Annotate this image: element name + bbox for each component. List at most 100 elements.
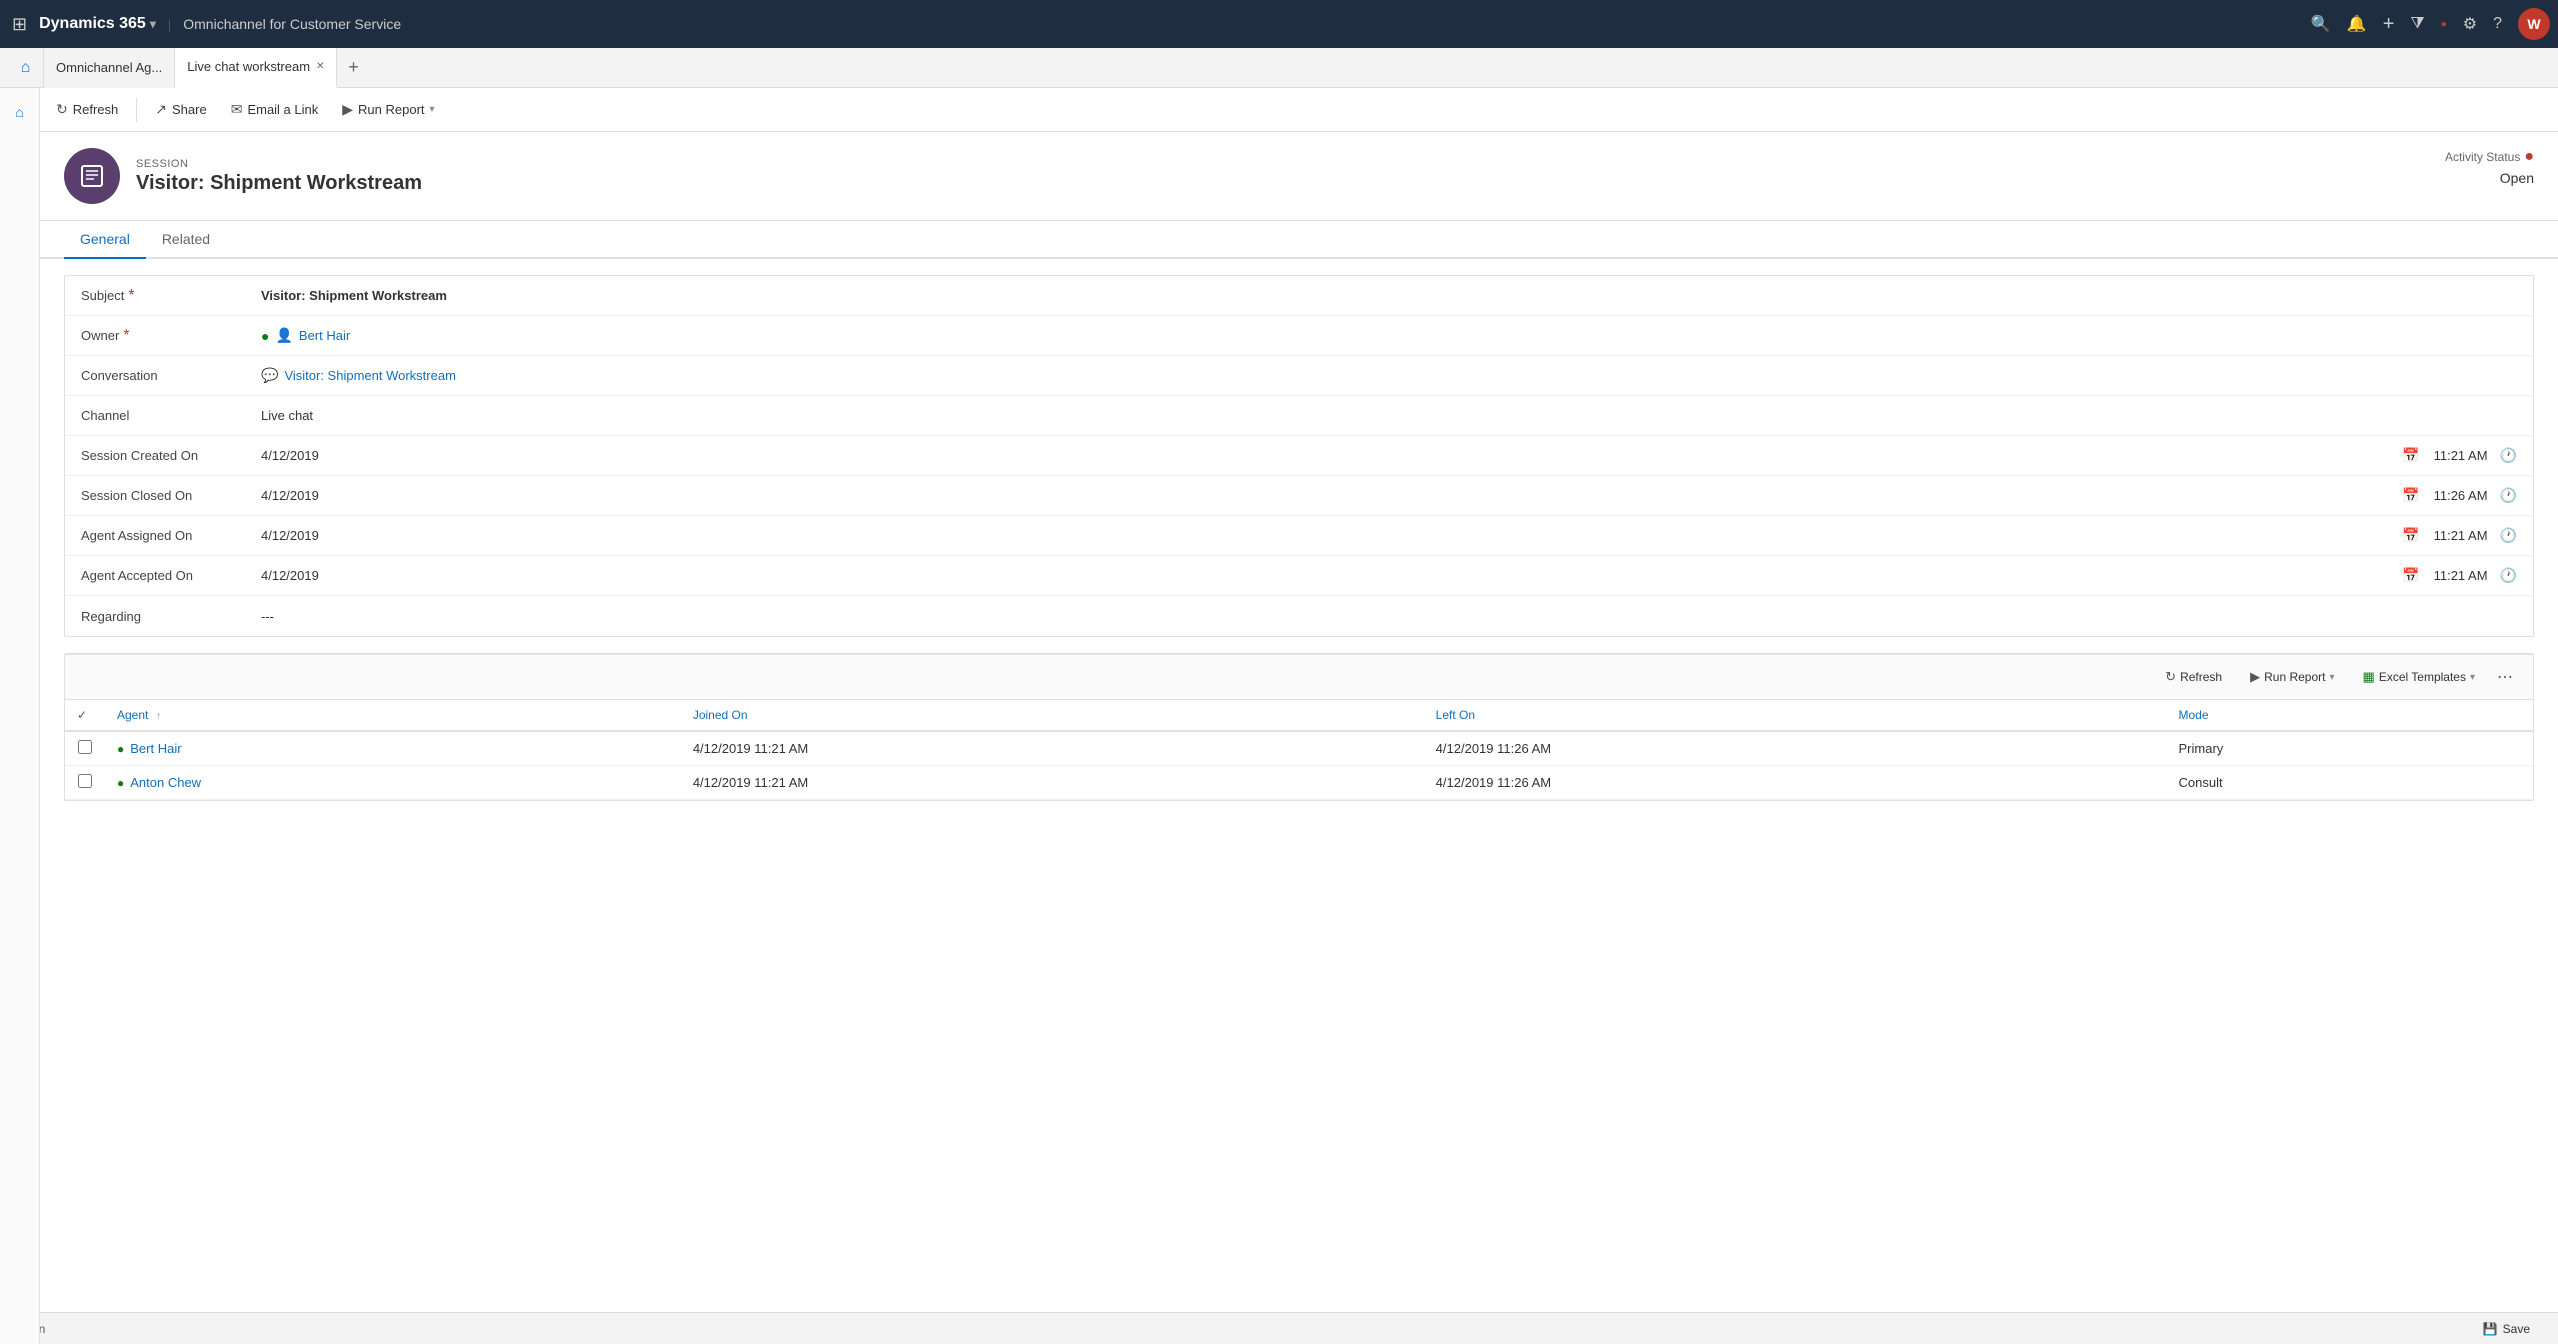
subgrid-run-report-label: Run Report [2264,670,2325,684]
table-row: ● Bert Hair 4/12/2019 11:21 AM 4/12/2019… [65,731,2533,766]
session-closed-row: Session Closed On 4/12/2019 📅 11:26 AM 🕐 [65,476,2533,516]
agent-assigned-label: Agent Assigned On [81,528,261,543]
subject-row: Subject * Visitor: Shipment Workstream [65,276,2533,316]
owner-link[interactable]: Bert Hair [299,328,350,343]
tab-close-livechat[interactable]: ✕ [316,61,324,72]
subgrid-refresh-button[interactable]: ↻ Refresh [2155,665,2232,689]
channel-label: Channel [81,408,261,423]
row1-left-cell: 4/12/2019 11:26 AM [1424,731,2167,766]
agent-accepted-clock-icon[interactable]: 🕐 [2500,567,2517,584]
owner-value: ● 👤 Bert Hair [261,327,2517,344]
col-mode[interactable]: Mode [2167,700,2533,732]
save-button[interactable]: 💾 Save [2471,1318,2542,1340]
bell-icon[interactable]: 🔔 [2347,14,2367,34]
subgrid-run-report-button[interactable]: ▶ Run Report ▾ [2240,665,2344,689]
session-created-clock-icon[interactable]: 🕐 [2500,447,2517,464]
share-icon: ↗ [155,101,167,118]
search-icon[interactable]: 🔍 [2311,14,2331,34]
record-icon [64,148,120,204]
session-created-cal-icon[interactable]: 📅 [2402,447,2419,464]
home-tab[interactable]: ⌂ [8,48,44,88]
row2-checkbox[interactable] [78,774,92,788]
row1-agent-link[interactable]: ● Bert Hair [117,741,669,756]
form-section: Subject * Visitor: Shipment Workstream O… [64,275,2534,637]
refresh-button[interactable]: ↻ Refresh [46,97,128,122]
run-report-label: Run Report [358,102,424,117]
table-row: ● Anton Chew 4/12/2019 11:21 AM 4/12/201… [65,766,2533,800]
channel-row: Channel Live chat [65,396,2533,436]
record-status-value[interactable]: Open [2445,170,2534,186]
status-required-dot: ● [2524,148,2534,166]
subgrid-run-report-chevron: ▾ [2329,672,2334,683]
row1-checkbox[interactable] [78,740,92,754]
tab-related[interactable]: Related [146,221,226,259]
filter-icon[interactable]: ⧩ [2410,15,2424,33]
share-button[interactable]: ↗ Share [145,97,216,122]
conversation-icon: 💬 [261,367,278,384]
plus-icon[interactable]: + [2383,13,2395,36]
owner-required: * [123,328,129,344]
agent-accepted-value: 4/12/2019 📅 11:21 AM 🕐 [261,567,2517,584]
tab-general[interactable]: General [64,221,146,259]
settings-icon[interactable]: ⚙ [2463,14,2477,34]
subject-value[interactable]: Visitor: Shipment Workstream [261,288,2517,303]
owner-row: Owner * ● 👤 Bert Hair [65,316,2533,356]
agent-assigned-clock-icon[interactable]: 🕐 [2500,527,2517,544]
regarding-label: Regarding [81,609,261,624]
refresh-label: Refresh [73,102,119,117]
subject-required: * [128,288,134,304]
record-status-area: Activity Status ● Open [2445,148,2534,186]
conversation-link[interactable]: Visitor: Shipment Workstream [284,368,455,383]
record-header: SESSION Visitor: Shipment Workstream Act… [40,132,2558,221]
top-navigation: ⊞ Dynamics 365 ▾ | Omnichannel for Custo… [0,0,2558,48]
owner-label: Owner * [81,328,261,344]
record-header-left: SESSION Visitor: Shipment Workstream [64,148,422,204]
col-check: ✓ [65,700,105,732]
row1-agent-status-dot: ● [117,742,124,756]
tab-omnichannel[interactable]: Omnichannel Ag... [44,48,175,88]
row2-mode-cell: Consult [2167,766,2533,800]
row1-agent-cell: ● Bert Hair [105,731,681,766]
col-joined-on[interactable]: Joined On [681,700,1424,732]
row2-agent-link[interactable]: ● Anton Chew [117,775,669,790]
row2-agent-cell: ● Anton Chew [105,766,681,800]
run-report-icon: ▶ [342,101,353,118]
app-grid-icon[interactable]: ⊞ [8,10,31,39]
tab-livechat[interactable]: Live chat workstream ✕ [175,48,337,88]
agent-assigned-cal-icon[interactable]: 📅 [2402,527,2419,544]
row1-joined-cell: 4/12/2019 11:21 AM [681,731,1424,766]
subgrid-excel-templates-button[interactable]: ▦ Excel Templates ▾ [2353,665,2485,689]
header-checkmark-icon: ✓ [77,708,87,722]
col-agent[interactable]: Agent ↑ [105,700,681,732]
run-report-button[interactable]: ▶ Run Report ▾ [332,97,444,122]
app-title: Dynamics 365 ▾ [39,15,156,33]
subgrid-excel-label: Excel Templates [2379,670,2466,684]
email-link-button[interactable]: ✉ Email a Link [221,97,329,122]
agent-accepted-row: Agent Accepted On 4/12/2019 📅 11:21 AM 🕐 [65,556,2533,596]
regarding-value: --- [261,609,2517,624]
tab-add-button[interactable]: + [337,48,369,88]
session-closed-label: Session Closed On [81,488,261,503]
session-closed-clock-icon[interactable]: 🕐 [2500,487,2517,504]
form-content: Subject * Visitor: Shipment Workstream O… [40,259,2558,833]
agent-assigned-row: Agent Assigned On 4/12/2019 📅 11:21 AM 🕐 [65,516,2533,556]
conversation-row: Conversation 💬 Visitor: Shipment Workstr… [65,356,2533,396]
agent-accepted-cal-icon[interactable]: 📅 [2402,567,2419,584]
run-report-chevron: ▾ [430,104,435,115]
row1-check-cell[interactable] [65,731,105,766]
owner-user-icon: 👤 [275,327,292,344]
home-side-icon[interactable]: ⌂ [4,96,36,128]
help-icon[interactable]: ? [2493,15,2502,33]
session-closed-cal-icon[interactable]: 📅 [2402,487,2419,504]
subgrid-more-button[interactable]: ⋯ [2493,663,2517,691]
record-title: Visitor: Shipment Workstream [136,172,422,195]
channel-value: Live chat [261,408,2517,423]
subgrid-excel-icon: ▦ [2363,669,2375,685]
row2-left-cell: 4/12/2019 11:26 AM [1424,766,2167,800]
row2-check-cell[interactable] [65,766,105,800]
row1-mode-cell: Primary [2167,731,2533,766]
side-icon-bar: ⌂ [0,88,40,1344]
user-avatar[interactable]: W [2518,8,2550,40]
col-left-on[interactable]: Left On [1424,700,2167,732]
app-title-text: Dynamics 365 [39,15,146,33]
